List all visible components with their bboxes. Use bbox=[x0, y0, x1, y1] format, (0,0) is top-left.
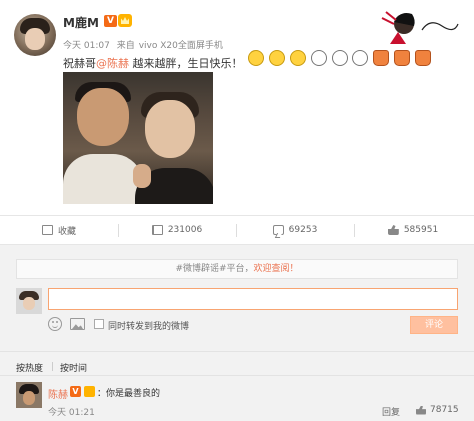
post-text-after: 越来越胖，生日快乐！ bbox=[129, 57, 243, 70]
comment-icon bbox=[272, 225, 284, 235]
banner-illustration-icon bbox=[381, 11, 459, 44]
face-emoji-icon bbox=[331, 50, 348, 66]
notice-text[interactable]: #微博辟谣#平台， bbox=[175, 264, 253, 274]
commenter-avatar[interactable] bbox=[16, 382, 42, 408]
author-username[interactable]: M鹿M bbox=[63, 14, 99, 31]
post-text: 祝赫哥@陈赫 越来越胖，生日快乐！ bbox=[63, 55, 243, 71]
cake-emoji-icon bbox=[394, 50, 411, 66]
submit-comment-button[interactable]: 评论 bbox=[410, 316, 458, 334]
author-avatar[interactable] bbox=[14, 14, 56, 56]
cake-emoji-icon bbox=[415, 50, 431, 66]
member-badge-icon[interactable] bbox=[84, 386, 95, 397]
post-text-before: 祝赫哥 bbox=[63, 57, 96, 70]
notice-link[interactable]: 欢迎查阅！ bbox=[254, 264, 299, 274]
grin-emoji-icon bbox=[268, 50, 285, 66]
comment-count: 69253 bbox=[288, 225, 318, 235]
favorite-icon bbox=[41, 225, 53, 235]
tab-sort-hot[interactable]: 按热度 bbox=[16, 361, 43, 374]
emoji-picker-icon[interactable] bbox=[48, 317, 62, 331]
post-meta: 今天 01:07 来自 vivo X20全面屏手机 bbox=[63, 38, 227, 51]
comment-time: 今天 01:21 bbox=[48, 408, 95, 418]
mention-link[interactable]: @陈赫 bbox=[96, 57, 129, 70]
face-emoji-icon bbox=[352, 50, 369, 66]
comment-text: ：你是最善良的 bbox=[97, 389, 161, 399]
thumbs-up-icon bbox=[416, 405, 426, 415]
comment-item: 陈赫 V ：你是最善良的 今天 01:21 回复 78715 bbox=[0, 377, 474, 421]
rumor-notice-banner: #微博辟谣#平台，欢迎查阅！ bbox=[16, 259, 458, 279]
comment-button[interactable]: 69253 bbox=[236, 216, 354, 244]
repost-icon bbox=[151, 225, 163, 235]
comment-input[interactable] bbox=[48, 288, 458, 310]
comment-like-count: 78715 bbox=[430, 405, 459, 415]
face-emoji-icon bbox=[310, 50, 327, 66]
comment-sort-tabs: 按热度 按时间 bbox=[0, 351, 474, 375]
current-user-avatar[interactable] bbox=[16, 288, 42, 314]
emoji-row bbox=[248, 50, 433, 70]
post-action-bar: 收藏 231006 69253 585951 bbox=[0, 215, 474, 245]
repost-checkbox-label[interactable]: 同时转发到我的微博 bbox=[108, 319, 189, 332]
verified-badge-icon[interactable]: V bbox=[70, 386, 81, 397]
reply-button[interactable]: 回复 bbox=[382, 405, 400, 418]
tab-sort-time[interactable]: 按时间 bbox=[60, 361, 87, 374]
comment-panel: #微博辟谣#平台，欢迎查阅！ 同时转发到我的微博 评论 按热度 按时间 陈赫 V… bbox=[0, 245, 474, 421]
repost-count: 231006 bbox=[167, 225, 203, 235]
like-count: 585951 bbox=[403, 225, 439, 235]
profile-banner-art bbox=[372, 4, 464, 48]
cake-emoji-icon bbox=[373, 50, 390, 66]
repost-checkbox[interactable] bbox=[94, 319, 104, 329]
grin-emoji-icon bbox=[289, 50, 306, 66]
divider bbox=[52, 362, 53, 371]
thumbs-up-icon bbox=[387, 225, 399, 235]
verified-badge-icon[interactable]: V bbox=[104, 15, 117, 27]
favorite-label: 收藏 bbox=[57, 226, 76, 237]
post-source[interactable]: vivo X20全面屏手机 bbox=[139, 41, 223, 51]
weibo-post-card: M鹿M V 今天 01:07 来自 vivo X20全面屏手机 祝赫哥@陈赫 越来… bbox=[0, 0, 474, 215]
member-crown-icon[interactable] bbox=[118, 14, 132, 27]
repost-button[interactable]: 231006 bbox=[118, 216, 236, 244]
grin-emoji-icon bbox=[248, 50, 264, 66]
post-source-prefix: 来自 bbox=[116, 41, 135, 51]
divider bbox=[0, 375, 474, 376]
comment-like-button[interactable]: 78715 bbox=[416, 405, 459, 415]
post-photo[interactable] bbox=[63, 72, 213, 204]
favorite-button[interactable]: 收藏 bbox=[0, 216, 118, 244]
insert-image-icon[interactable] bbox=[70, 318, 85, 330]
like-button[interactable]: 585951 bbox=[354, 216, 472, 244]
commenter-username[interactable]: 陈赫 bbox=[48, 386, 68, 401]
post-time[interactable]: 今天 01:07 bbox=[63, 41, 110, 51]
